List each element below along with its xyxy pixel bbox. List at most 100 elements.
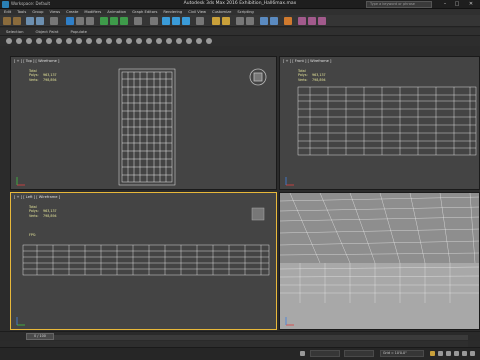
pivot-icon[interactable]: [150, 17, 158, 25]
menu-group[interactable]: Group: [32, 10, 43, 14]
tab-populate[interactable]: Populate: [70, 29, 87, 34]
ribbon: Selection Object Paint Populate: [0, 28, 480, 36]
layer-manager-icon[interactable]: [236, 17, 244, 25]
auto-key-icon[interactable]: [430, 351, 435, 356]
undo-icon[interactable]: [3, 17, 11, 25]
search-input[interactable]: Type a keyword or phrase: [366, 1, 432, 8]
find-icon[interactable]: [136, 38, 142, 44]
viewport-label[interactable]: [ + ] [ Top ] [ Wireframe ]: [14, 59, 59, 63]
redo-icon[interactable]: [13, 17, 21, 25]
minimize-button[interactable]: –: [440, 1, 450, 8]
time-track[interactable]: [30, 335, 468, 340]
status-bar: Grid = 10'0.0": [0, 347, 480, 360]
filter-xrefs-icon[interactable]: [76, 38, 82, 44]
menu-modifiers[interactable]: Modifiers: [84, 10, 101, 14]
viewport-left[interactable]: [ + ] [ Left ] [ Wireframe ] Total Polys…: [10, 192, 277, 330]
filter-groups-icon[interactable]: [66, 38, 72, 44]
verts-value: 798,894: [43, 213, 57, 218]
stats-overlay: Total Polys: 963,137 Verts: 798,894: [29, 205, 57, 218]
viewport-front[interactable]: [ + ] [ Front ] [ Wireframe ] Total Poly…: [279, 56, 480, 190]
scale-icon[interactable]: [120, 17, 128, 25]
render-production-icon[interactable]: [318, 17, 326, 25]
fps-label: FPS:: [29, 233, 37, 237]
hierarchy-icon[interactable]: [146, 38, 152, 44]
pin-icon[interactable]: [206, 38, 212, 44]
perspective-wireframe: [280, 193, 479, 329]
percent-snap-icon[interactable]: [182, 17, 190, 25]
coord-y-field[interactable]: [344, 350, 374, 357]
rotate-icon[interactable]: [110, 17, 118, 25]
render-frame-icon[interactable]: [308, 17, 316, 25]
filter-bones-icon[interactable]: [86, 38, 92, 44]
material-editor-icon[interactable]: [284, 17, 292, 25]
schematic-view-icon[interactable]: [270, 17, 278, 25]
stats-overlay: Total Polys: 963,137 Verts: 798,894: [29, 69, 57, 82]
options-icon[interactable]: [196, 38, 202, 44]
coord-x-field[interactable]: [310, 350, 340, 357]
invert-display-icon[interactable]: [116, 38, 122, 44]
unlink-icon[interactable]: [36, 17, 44, 25]
selection-filter-dropdown[interactable]: [50, 17, 58, 25]
menu-graph-editors[interactable]: Graph Editors: [132, 10, 157, 14]
snap-icon[interactable]: [162, 17, 170, 25]
scene-explorer-toolbar: [0, 36, 480, 46]
reference-coordinate-dropdown[interactable]: [134, 17, 142, 25]
select-by-name-icon[interactable]: [76, 17, 84, 25]
viewport-top[interactable]: [ + ] [ Top ] [ Wireframe ] Total Polys:…: [10, 56, 277, 190]
filter-geometry-icon[interactable]: [6, 38, 12, 44]
region-select-icon[interactable]: [86, 17, 94, 25]
filter-shapes-icon[interactable]: [16, 38, 22, 44]
tab-object-paint[interactable]: Object Paint: [36, 29, 59, 34]
sort-icon[interactable]: [126, 38, 132, 44]
close-button[interactable]: ✕: [466, 1, 476, 8]
next-frame-icon[interactable]: [446, 351, 451, 356]
align-icon[interactable]: [222, 17, 230, 25]
lock-icon[interactable]: [300, 351, 305, 356]
menu-scripting[interactable]: Scripting: [237, 10, 253, 14]
menu-tools[interactable]: Tools: [17, 10, 26, 14]
time-slider[interactable]: 0 / 100: [26, 333, 54, 340]
filter-spacewarps-icon[interactable]: [56, 38, 62, 44]
play-icon[interactable]: [438, 351, 443, 356]
display-all-icon[interactable]: [96, 38, 102, 44]
hide-icon[interactable]: [166, 38, 172, 44]
tab-selection[interactable]: Selection: [6, 29, 24, 34]
viewport-label[interactable]: [ + ] [ Front ] [ Wireframe ]: [283, 59, 331, 63]
curve-editor-icon[interactable]: [260, 17, 268, 25]
menu-create[interactable]: Create: [66, 10, 78, 14]
grid-readout: Grid = 10'0.0": [380, 350, 424, 357]
select-object-icon[interactable]: [66, 17, 74, 25]
mirror-icon[interactable]: [212, 17, 220, 25]
render-setup-icon[interactable]: [298, 17, 306, 25]
menu-customize[interactable]: Customize: [212, 10, 231, 14]
angle-snap-icon[interactable]: [172, 17, 180, 25]
verts-value: 798,894: [43, 77, 57, 82]
graphite-toggle-icon[interactable]: [246, 17, 254, 25]
display-none-icon[interactable]: [106, 38, 112, 44]
maximize-button[interactable]: □: [452, 1, 462, 8]
link-icon[interactable]: [26, 17, 34, 25]
zoom-icon[interactable]: [454, 351, 459, 356]
named-selection-dropdown[interactable]: [196, 17, 204, 25]
menu-animation[interactable]: Animation: [107, 10, 126, 14]
verts-label: Verts:: [298, 77, 308, 82]
filter-helpers-icon[interactable]: [46, 38, 52, 44]
timeline: 0 / 100: [0, 331, 480, 341]
pan-icon[interactable]: [462, 351, 467, 356]
scene-explorer-icon[interactable]: [186, 38, 192, 44]
title-bar: Workspace: Default Autodesk 3ds Max 2016…: [0, 0, 480, 9]
menu-civil-view[interactable]: Civil View: [188, 10, 206, 14]
filter-lights-icon[interactable]: [26, 38, 32, 44]
menu-rendering[interactable]: Rendering: [163, 10, 182, 14]
verts-label: Verts:: [29, 77, 39, 82]
move-icon[interactable]: [100, 17, 108, 25]
menu-edit[interactable]: Edit: [4, 10, 11, 14]
viewport-label[interactable]: [ + ] [ Left ] [ Wireframe ]: [14, 195, 60, 199]
verts-label: Verts:: [29, 213, 39, 218]
filter-cameras-icon[interactable]: [36, 38, 42, 44]
menu-views[interactable]: Views: [49, 10, 60, 14]
layer-icon[interactable]: [176, 38, 182, 44]
viewport-perspective[interactable]: [279, 192, 480, 330]
freeze-icon[interactable]: [156, 38, 162, 44]
orbit-icon[interactable]: [470, 351, 475, 356]
